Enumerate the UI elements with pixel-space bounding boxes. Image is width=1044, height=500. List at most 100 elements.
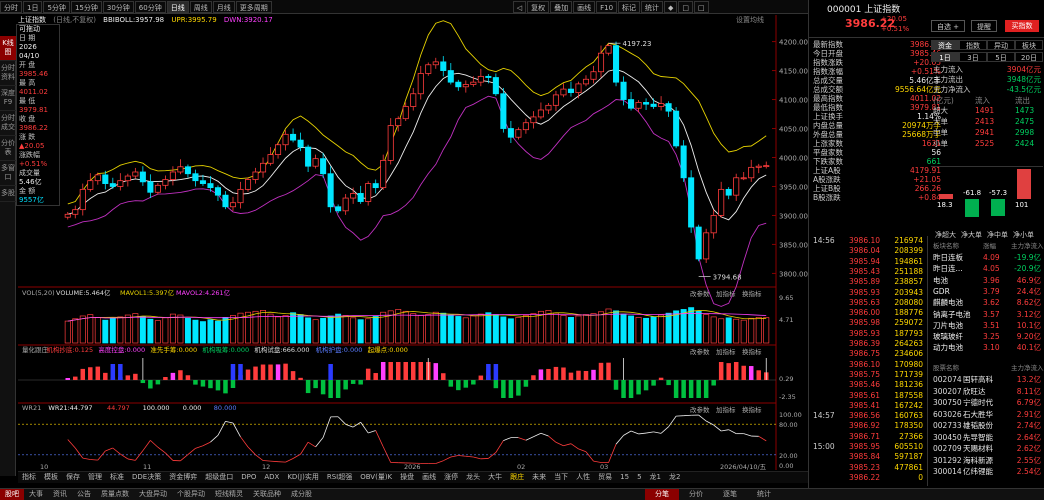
fund-tab-3[interactable]: 板块 <box>1015 40 1043 50</box>
sector-row[interactable]: 麒麟电池 3.62 8.62亿 <box>931 298 1043 307</box>
indicator-tab-26[interactable]: 龙2 <box>665 472 684 483</box>
indicator-tab-0[interactable]: 指标 <box>18 472 40 483</box>
alert-button[interactable]: 提醒 <box>971 20 997 32</box>
stock-row[interactable]: 300207 欣旺达 8.11亿 <box>931 387 1043 396</box>
sector-row[interactable]: 昨日连... 4.05 -20.9亿 <box>931 264 1043 273</box>
indicator-bar <box>125 375 131 380</box>
pane-tools-wr-2[interactable]: 换指标 <box>742 405 762 414</box>
indicator-tab-19[interactable]: 未来 <box>528 472 550 483</box>
indicator-tab-9[interactable]: ADX <box>260 472 283 483</box>
indicator-tab-21[interactable]: 人性 <box>572 472 594 483</box>
indicator-tab-3[interactable]: 管理 <box>84 472 106 483</box>
bottom-tab-0[interactable]: 股吧 <box>0 489 24 500</box>
indicator-bar <box>275 364 281 380</box>
stock-row[interactable]: 603026 石大胜华 2.91亿 <box>931 410 1043 419</box>
volume-bar <box>79 315 86 344</box>
sector-row[interactable]: 玻璃玻纤 3.25 9.20亿 <box>931 332 1043 341</box>
stock-row[interactable]: 002733 雄韬股份 2.74亿 <box>931 421 1043 430</box>
bottom-tab-9[interactable]: 成分股 <box>286 489 317 500</box>
indicator-tab-23[interactable]: 15 <box>616 472 633 483</box>
sector-row[interactable]: 动力电池 3.10 40.1亿 <box>931 343 1043 352</box>
sector-row[interactable]: GDR 3.79 24.4亿 <box>931 287 1043 296</box>
indicator-bar <box>223 380 228 394</box>
stock-row[interactable]: 300750 宁德时代 6.79亿 <box>931 398 1043 407</box>
stock-row[interactable]: 002074 国轩高科 13.2亿 <box>931 375 1043 384</box>
indicator-tab-22[interactable]: 贸易 <box>594 472 616 483</box>
chart-area[interactable]: 4200.00 4150.00 4100.00 4050.00 4000.00 3950.… <box>0 0 808 488</box>
bottom-tab-1[interactable]: 大事 <box>24 489 48 500</box>
volume-bar <box>267 313 274 344</box>
indicator-bar <box>260 364 266 380</box>
quote-percent: +0.51% <box>881 25 910 33</box>
indicator-tab-24[interactable]: 5 <box>633 472 645 483</box>
pane-tools-vol-2[interactable]: 换指标 <box>742 289 762 298</box>
stock-row[interactable]: 300014 亿纬锂能 2.54亿 <box>931 467 1043 476</box>
pane-tools-wr-1[interactable]: 加指标 <box>716 405 736 414</box>
indicator-tab-1[interactable]: 模板 <box>40 472 62 483</box>
flow-row: 主力流出 3948亿元 <box>931 75 1043 84</box>
volume-bar <box>214 320 221 344</box>
pane-tools-ind-1[interactable]: 加指标 <box>716 347 736 356</box>
pane-tools-ind-2[interactable]: 换指标 <box>742 347 762 356</box>
flow-period-tab-2[interactable]: 5日 <box>987 52 1015 62</box>
flow-col-2: 流出 <box>1015 96 1030 105</box>
flow-period-tab-1[interactable]: 3日 <box>959 52 987 62</box>
flow-period-tab-3[interactable]: 20日 <box>1015 52 1043 62</box>
fund-tab-2[interactable]: 异动 <box>987 40 1015 50</box>
bottom-tab-5[interactable]: 大盘异动 <box>134 489 172 500</box>
indicator-tab-4[interactable]: 标准 <box>106 472 128 483</box>
tick-tab-2[interactable]: 逐笔 <box>713 489 747 500</box>
indicator-tab-5[interactable]: DDE决策 <box>128 472 165 483</box>
sector-row[interactable]: 钠离子电池 3.57 3.12亿 <box>931 310 1043 319</box>
pane-tools-vol-1[interactable]: 加指标 <box>716 289 736 298</box>
pane-tools-ind-0[interactable]: 改参数 <box>690 347 710 356</box>
indicator-bar <box>410 362 416 380</box>
indicator-tab-13[interactable]: 操盘 <box>396 472 418 483</box>
add-watchlist-button[interactable]: 自选 + <box>931 20 965 32</box>
indicator-bar <box>208 380 213 389</box>
tick-row: 3986.39 264263 <box>809 339 927 348</box>
bottom-tab-4[interactable]: 质量点数 <box>96 489 134 500</box>
tick-tab-3[interactable]: 统计 <box>747 489 781 500</box>
indicator-tab-6[interactable]: 资金博弈 <box>165 472 201 483</box>
indicator-tab-15[interactable]: 涨停 <box>440 472 462 483</box>
pane-tools-wr-0[interactable]: 改参数 <box>690 405 710 414</box>
sector-row[interactable]: 昨日连板 4.09 -19.9亿 <box>931 253 1043 262</box>
fund-tab-0[interactable]: 资金 <box>931 40 959 50</box>
indicator-tab-18[interactable]: 跟庄 <box>506 472 528 483</box>
indicator-bar <box>673 380 679 398</box>
bottom-tab-6[interactable]: 个股异动 <box>172 489 210 500</box>
indicator-tab-8[interactable]: DPO <box>237 472 260 483</box>
pane-tools-vol-0[interactable]: 改参数 <box>690 289 710 298</box>
indicator-tab-17[interactable]: 大牛 <box>484 472 506 483</box>
indicator-tab-14[interactable]: 画线 <box>418 472 440 483</box>
indicator-tab-20[interactable]: 当下 <box>550 472 572 483</box>
stock-row[interactable]: 300450 先导智能 2.64亿 <box>931 433 1043 442</box>
bottom-tab-7[interactable]: 短线精灵 <box>210 489 248 500</box>
stock-row[interactable]: 301292 海科新源 2.55亿 <box>931 456 1043 465</box>
bottom-tab-2[interactable]: 资讯 <box>48 489 72 500</box>
indicator-tab-12[interactable]: OBV(量)K <box>356 472 396 483</box>
wr-axis-label: 80.00 <box>779 421 798 429</box>
bottom-tab-8[interactable]: 关联品种 <box>248 489 286 500</box>
bottom-tab-3[interactable]: 公告 <box>72 489 96 500</box>
indicator-tab-16[interactable]: 龙头 <box>462 472 484 483</box>
tick-volume: 167242 <box>894 400 923 410</box>
indicator-tab-7[interactable]: 超级盘口 <box>201 472 237 483</box>
x-axis-label: 10 <box>40 463 48 471</box>
tick-tab-0[interactable]: 分笔 <box>645 489 679 500</box>
stock-row[interactable]: 002709 天赐材料 2.62亿 <box>931 444 1043 453</box>
sector-row[interactable]: 刀片电池 3.51 10.1亿 <box>931 321 1043 330</box>
sector-row[interactable]: 电池 3.96 46.9亿 <box>931 276 1043 285</box>
flow-period-tab-0[interactable]: 1日 <box>931 52 959 62</box>
indicator-tab-11[interactable]: RSI超强 <box>323 472 356 483</box>
indicator-tab-10[interactable]: KD(J)实用 <box>283 472 323 483</box>
tick-tab-1[interactable]: 分价 <box>679 489 713 500</box>
fund-tab-1[interactable]: 指数 <box>959 40 987 50</box>
indicator-tab-25[interactable]: 龙1 <box>646 472 665 483</box>
buy-index-button[interactable]: 买指数 <box>1005 20 1039 32</box>
candle-body <box>628 99 635 109</box>
indicator-tab-2[interactable]: 保存 <box>62 472 84 483</box>
stock-code: 002733 <box>933 421 962 430</box>
candle-body <box>327 173 334 208</box>
